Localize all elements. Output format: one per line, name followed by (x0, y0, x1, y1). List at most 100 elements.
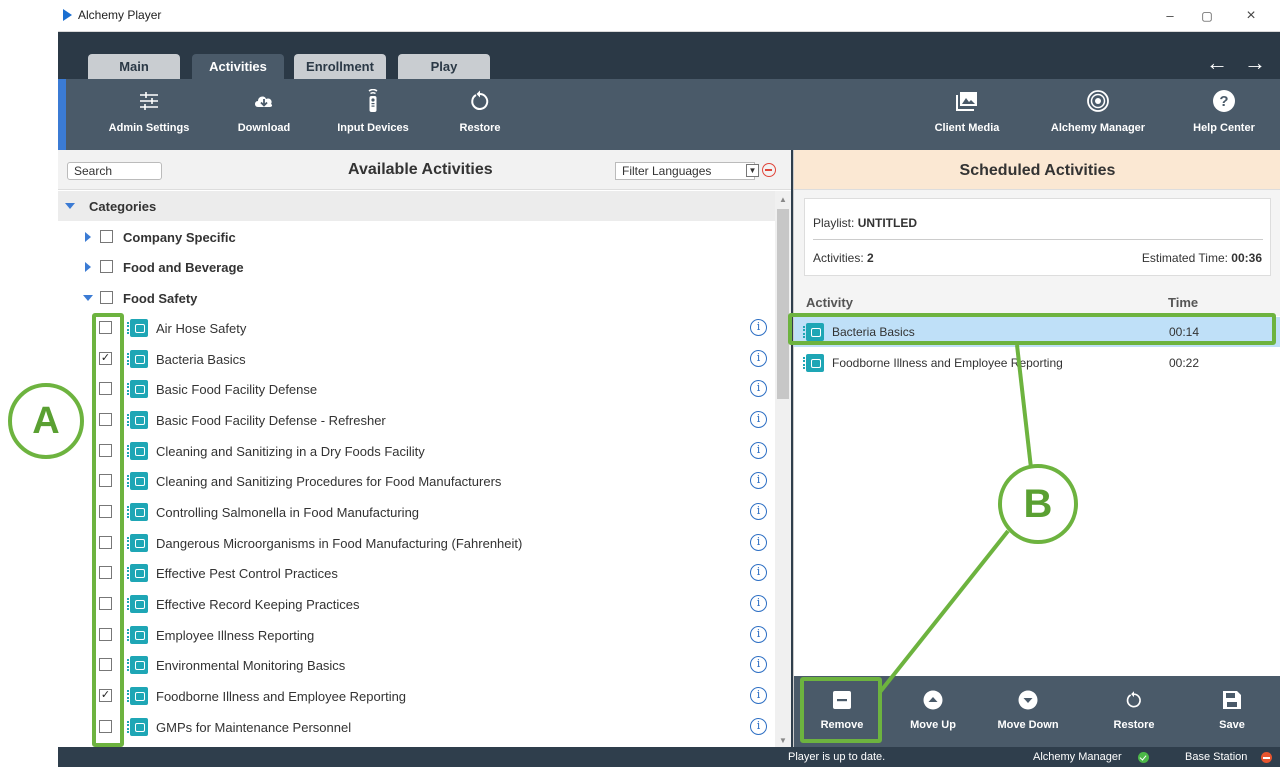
activity-row[interactable]: Employee Illness Reporting i (58, 620, 775, 650)
tab-main[interactable]: Main (88, 54, 180, 79)
activities-scrollbar[interactable]: ▲ ▼ (775, 191, 791, 747)
forward-arrow-icon[interactable]: → (1244, 50, 1266, 76)
activity-row[interactable]: Basic Food Facility Defense i (58, 374, 775, 404)
info-icon[interactable]: i (750, 534, 767, 551)
admin-settings-button[interactable]: Admin Settings (104, 79, 194, 150)
activity-row[interactable]: Dangerous Microorganisms in Food Manufac… (58, 528, 775, 558)
activity-icon (127, 380, 148, 398)
activities-count-value: 2 (867, 251, 874, 265)
playlist-info-area: Playlist: UNTITLED Activities: 2 Estimat… (794, 190, 1280, 288)
info-icon[interactable]: i (750, 319, 767, 336)
toolbar-grip[interactable] (58, 79, 66, 150)
activities-count-label: Activities: (813, 251, 868, 265)
available-activities-title: Available Activities (348, 161, 493, 178)
move-up-label: Move Up (910, 719, 956, 731)
filter-languages-select[interactable]: Filter Languages (615, 162, 755, 180)
activity-row[interactable]: Basic Food Facility Defense - Refresher … (58, 405, 775, 435)
activity-row[interactable]: Effective Pest Control Practices i (58, 558, 775, 588)
client-media-button[interactable]: Client Media (927, 79, 1007, 150)
info-icon[interactable]: i (750, 564, 767, 581)
image-gallery-icon (956, 92, 977, 111)
info-icon[interactable]: i (750, 380, 767, 397)
activity-column-header[interactable]: Activity (806, 295, 853, 310)
scroll-down-icon[interactable]: ▼ (779, 736, 787, 745)
divider (813, 239, 1263, 240)
info-icon[interactable]: i (750, 472, 767, 489)
category-checkbox[interactable] (100, 230, 113, 243)
info-icon[interactable]: i (750, 656, 767, 673)
info-icon[interactable]: i (750, 411, 767, 428)
alchemy-player-window: Alchemy Player – ▢ × Main Activities Enr… (58, 0, 1280, 767)
activity-icon (127, 656, 148, 674)
save-button[interactable]: Save (1192, 676, 1272, 747)
activity-icon (127, 319, 148, 337)
back-arrow-icon[interactable]: ← (1206, 50, 1228, 76)
base-station-status-label: Base Station (1185, 751, 1248, 763)
activity-icon (127, 442, 148, 460)
info-icon[interactable]: i (750, 718, 767, 735)
move-up-button[interactable]: Move Up (893, 676, 973, 747)
alchemy-manager-label: Alchemy Manager (1050, 122, 1146, 134)
playlist-name[interactable]: Playlist: UNTITLED (813, 216, 917, 230)
activity-name: Basic Food Facility Defense - Refresher (156, 413, 386, 428)
expand-arrow-icon[interactable] (85, 232, 91, 242)
info-icon[interactable]: i (750, 595, 767, 612)
activity-icon (803, 354, 824, 372)
activity-icon (127, 626, 148, 644)
info-icon[interactable]: i (750, 350, 767, 367)
scrollbar-thumb[interactable] (777, 209, 789, 399)
activity-row[interactable]: ✓ Bacteria Basics i (58, 344, 775, 374)
scheduled-row[interactable]: Foodborne Illness and Employee Reporting… (794, 348, 1280, 378)
activity-row[interactable]: Controlling Salmonella in Food Manufactu… (58, 497, 775, 527)
app-logo-icon (63, 9, 72, 21)
activity-row[interactable]: Cleaning and Sanitizing in a Dry Foods F… (58, 436, 775, 466)
activity-row[interactable]: Air Hose Safety i (58, 313, 775, 343)
category-company-specific[interactable]: Company Specific (58, 222, 775, 252)
restore-button[interactable]: Restore (442, 79, 518, 150)
tab-play[interactable]: Play (398, 54, 490, 79)
info-icon[interactable]: i (750, 626, 767, 643)
move-down-button[interactable]: Move Down (988, 676, 1068, 747)
info-icon[interactable]: i (750, 503, 767, 520)
activity-row[interactable]: ✓ Foodborne Illness and Employee Reporti… (58, 681, 775, 711)
activity-row[interactable]: Cleaning and Sanitizing Procedures for F… (58, 466, 775, 496)
dropdown-arrow-icon[interactable]: ▼ (746, 164, 759, 177)
info-icon[interactable]: i (750, 687, 767, 704)
scroll-up-icon[interactable]: ▲ (779, 195, 787, 204)
collapse-arrow-icon[interactable] (83, 295, 93, 301)
scheduled-activities-title: Scheduled Activities (959, 162, 1116, 179)
tree-root-categories[interactable]: Categories (58, 191, 775, 221)
tab-enrollment[interactable]: Enrollment (294, 54, 386, 79)
activities-count: Activities: 2 (813, 251, 874, 265)
close-button[interactable]: × (1237, 6, 1265, 26)
clear-filter-icon[interactable] (762, 163, 776, 177)
activity-icon (127, 350, 148, 368)
download-button[interactable]: Download (226, 79, 302, 150)
restore-icon (471, 90, 489, 110)
activity-row[interactable]: Effective Record Keeping Practices i (58, 589, 775, 619)
category-checkbox[interactable] (100, 260, 113, 273)
admin-settings-label: Admin Settings (108, 122, 190, 134)
time-column-header[interactable]: Time (1168, 295, 1198, 310)
category-food-safety[interactable]: Food Safety (58, 283, 775, 313)
info-icon[interactable]: i (750, 442, 767, 459)
alchemy-manager-button[interactable]: Alchemy Manager (1048, 79, 1148, 150)
help-center-button[interactable]: ? Help Center (1186, 79, 1262, 150)
restore-schedule-button[interactable]: Restore (1094, 676, 1174, 747)
tab-activities[interactable]: Activities (192, 54, 284, 79)
move-down-icon (1018, 690, 1038, 710)
status-message: Player is up to date. (788, 751, 886, 763)
activity-row[interactable]: Environmental Monitoring Basics i (58, 650, 775, 680)
activities-tree: Categories Company Specific Food and Bev… (58, 191, 775, 747)
collapse-arrow-icon[interactable] (65, 203, 75, 209)
activity-row[interactable]: GMPs for Maintenance Personnel i (58, 712, 775, 742)
expand-arrow-icon[interactable] (85, 262, 91, 272)
category-checkbox[interactable] (100, 291, 113, 304)
restore-window-button[interactable]: ▢ (1193, 6, 1221, 26)
input-devices-button[interactable]: Input Devices (330, 79, 416, 150)
activity-icon (127, 564, 148, 582)
search-input[interactable]: Search (67, 162, 162, 180)
minimize-button[interactable]: – (1156, 6, 1184, 26)
category-food-and-beverage[interactable]: Food and Beverage (58, 252, 775, 282)
alchemy-manager-icon (1087, 90, 1109, 112)
